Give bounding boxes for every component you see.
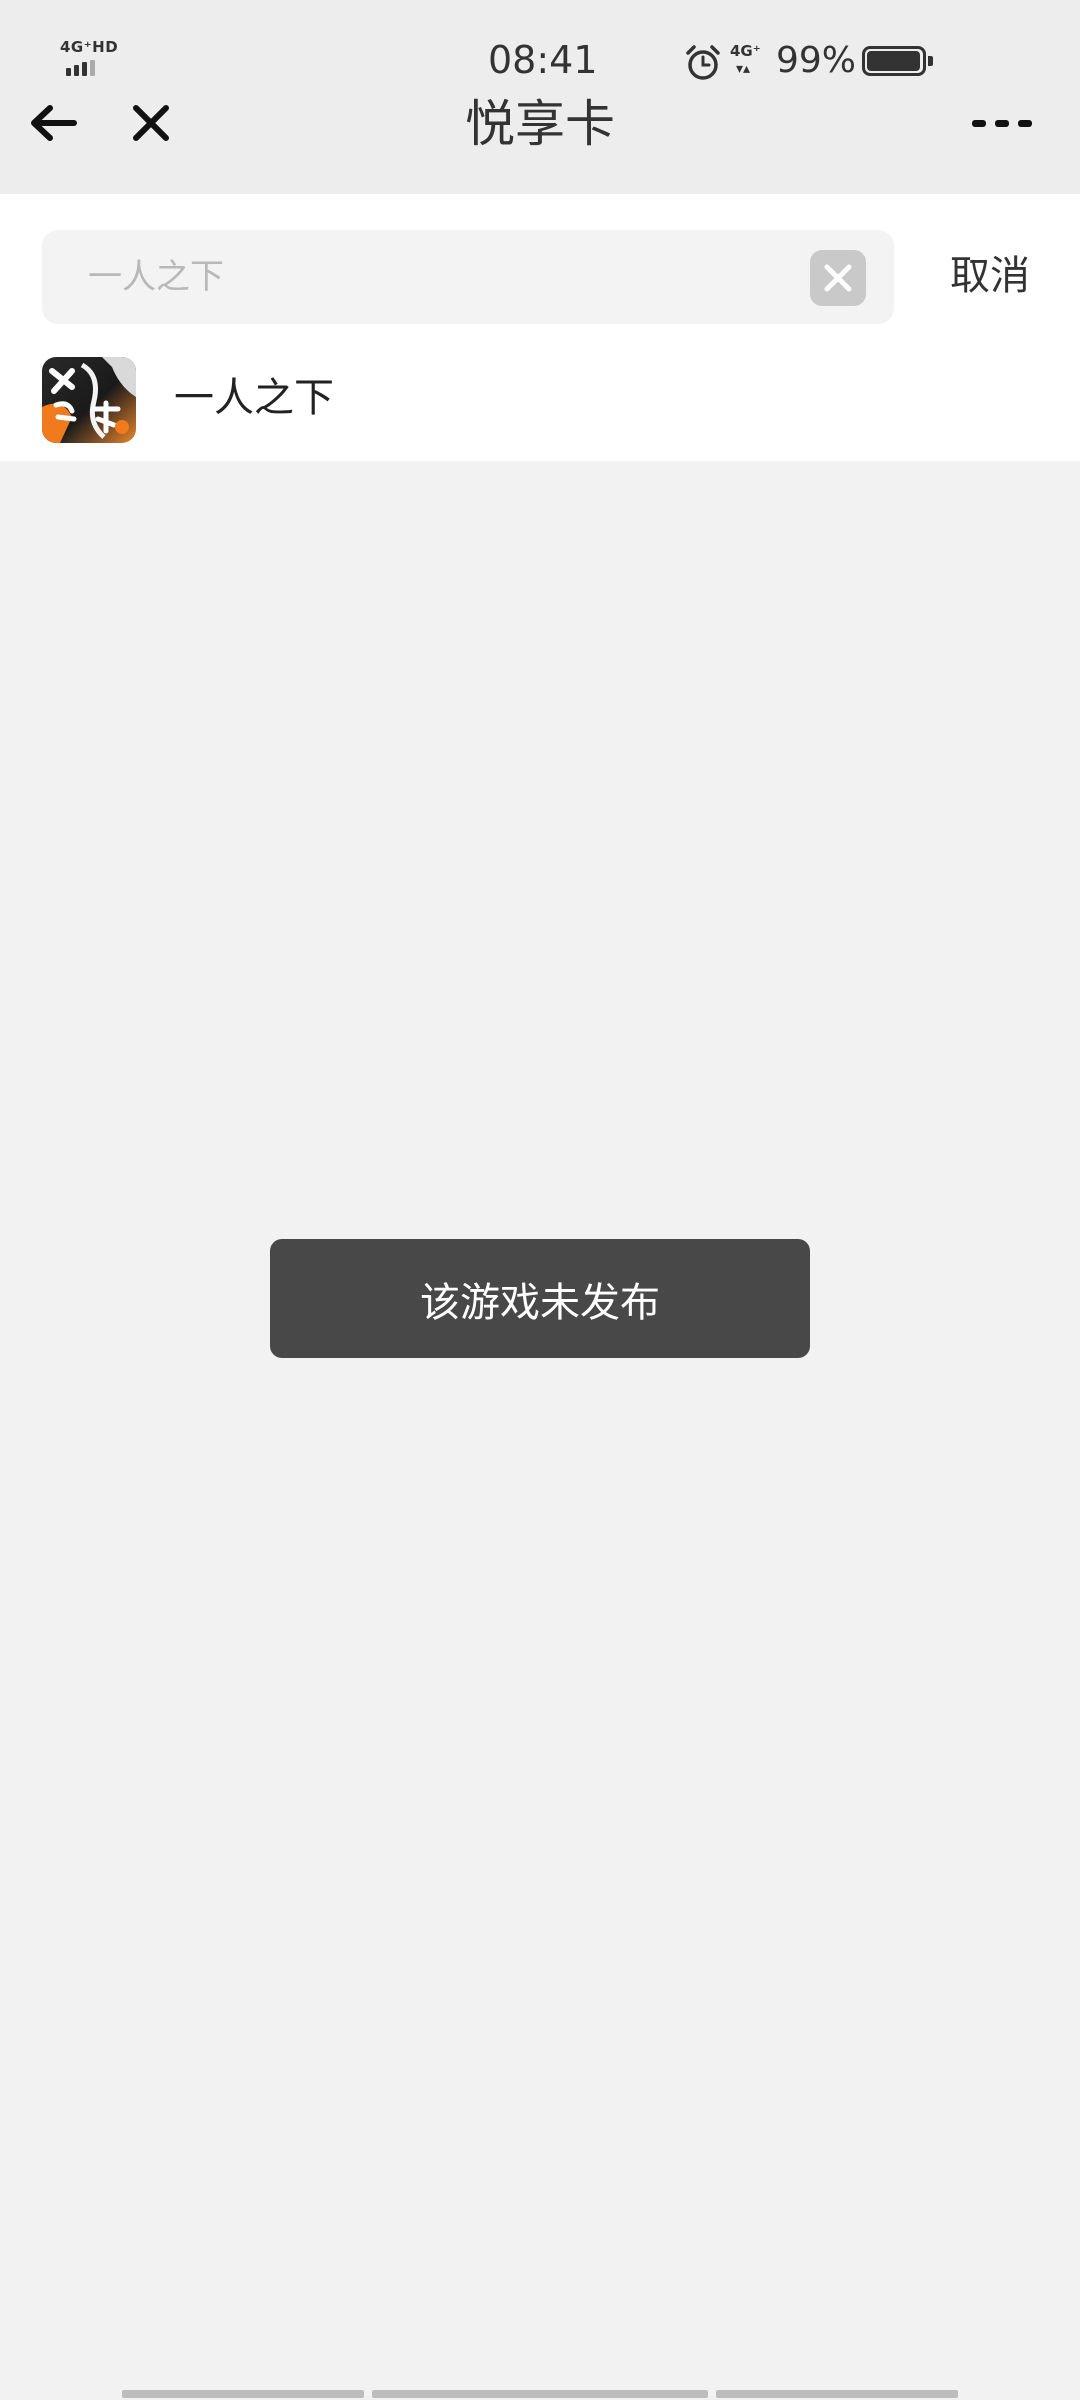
search-input[interactable]: [88, 230, 788, 324]
search-panel: 取消 一人之下: [0, 194, 1080, 461]
gesture-bar-segment[interactable]: [372, 2390, 708, 2398]
result-name: 一人之下: [174, 375, 334, 421]
list-item[interactable]: 一人之下: [0, 354, 1080, 461]
alarm-clock-icon: [686, 45, 720, 80]
mobile-data-indicator: 4G⁺ ▾▴: [730, 42, 766, 82]
gesture-bar-segment[interactable]: [122, 2390, 364, 2398]
network-type: 4G⁺: [730, 42, 761, 60]
close-icon[interactable]: [126, 98, 176, 148]
battery-icon: [862, 46, 934, 78]
signal-strength: 4G⁺HD: [60, 38, 120, 80]
top-bar: 4G⁺HD 08:41 4G⁺ ▾▴ 99% 悦享卡: [0, 0, 1080, 194]
toast-message: 该游戏未发布: [420, 1279, 660, 1326]
game-app-icon: [42, 357, 136, 443]
arrow-left-icon[interactable]: [26, 98, 80, 148]
signal-bars-icon: [66, 60, 95, 76]
gesture-bar-segment[interactable]: [716, 2390, 958, 2398]
data-arrows-icon: ▾▴: [736, 61, 751, 77]
search-box: [42, 230, 894, 324]
toast: 该游戏未发布: [270, 1239, 810, 1358]
battery-percent: 99%: [776, 40, 857, 81]
cancel-button[interactable]: 取消: [930, 250, 1050, 302]
status-bar: 4G⁺HD 08:41 4G⁺ ▾▴ 99%: [0, 0, 1080, 90]
status-time: 08:41: [488, 38, 598, 82]
page-title: 悦享卡: [465, 95, 615, 153]
network-label: 4G⁺HD: [60, 38, 119, 56]
clear-icon[interactable]: [810, 250, 866, 306]
more-dots-icon[interactable]: [966, 102, 1038, 146]
